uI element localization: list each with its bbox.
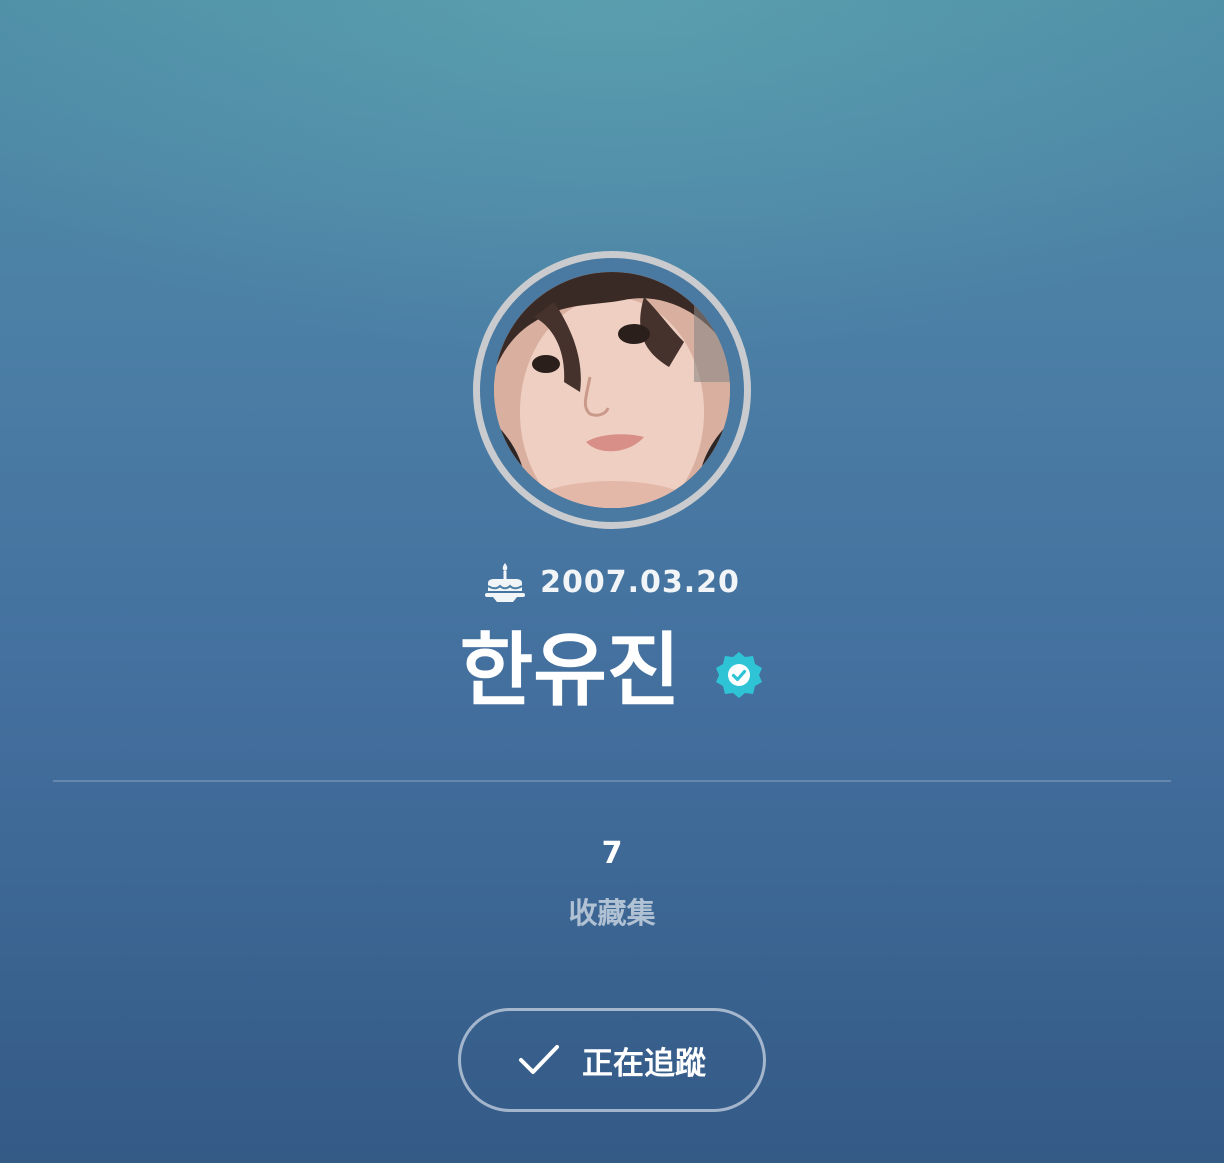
collection-label[interactable]: 收藏集 <box>0 890 1224 932</box>
name-row: 한유진 <box>0 616 1224 726</box>
following-button-label: 正在追蹤 <box>582 1045 706 1082</box>
birthday-date: 2007.03.20 <box>540 564 740 600</box>
avatar[interactable] <box>473 251 751 529</box>
avatar-photo <box>494 272 730 508</box>
verified-badge-icon <box>716 652 763 698</box>
check-icon <box>519 1045 559 1074</box>
cake-icon <box>485 563 526 602</box>
collection-count[interactable]: 7 <box>0 836 1224 871</box>
section-divider <box>53 780 1171 782</box>
following-button[interactable]: 正在追蹤 <box>458 1008 766 1112</box>
profile-name: 한유진 <box>459 624 681 717</box>
birthday-row: 2007.03.20 <box>0 560 1224 604</box>
